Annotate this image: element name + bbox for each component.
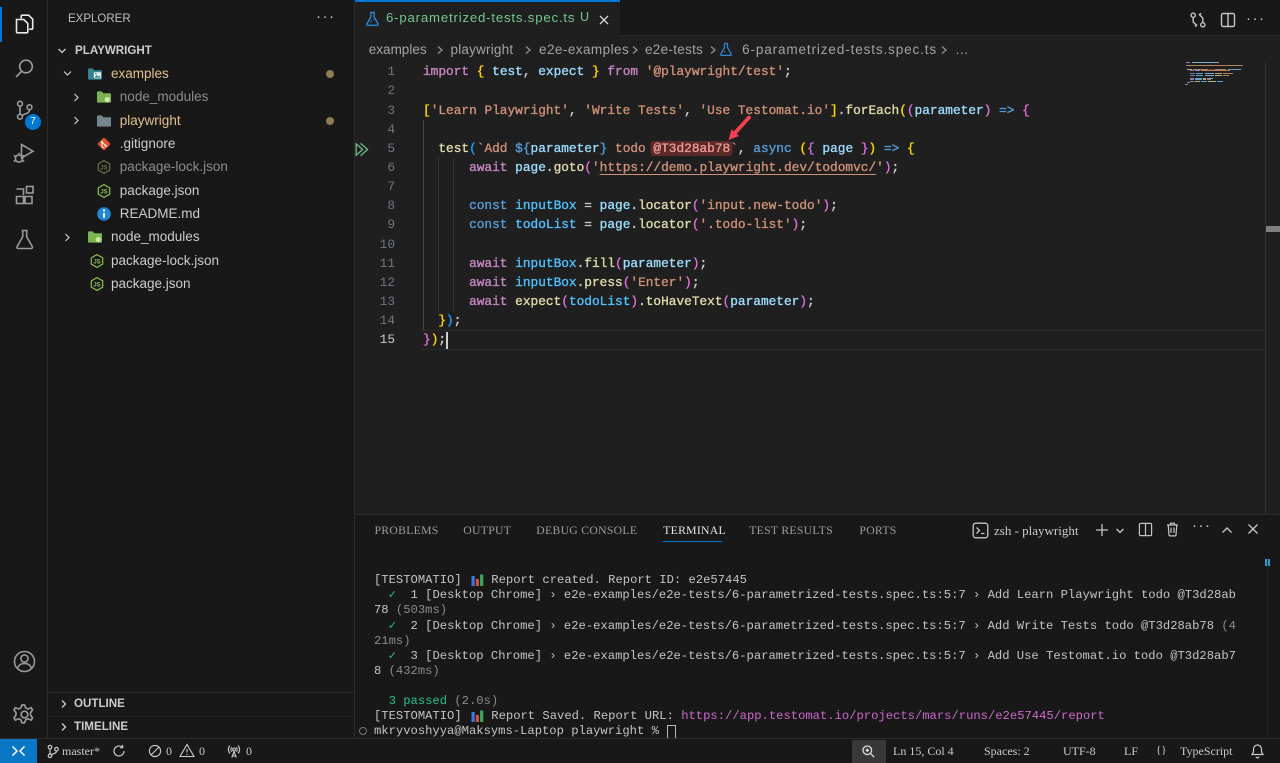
- svg-text:JS: JS: [100, 189, 107, 195]
- svg-text:JS: JS: [93, 259, 100, 265]
- svg-text:JS: JS: [93, 282, 100, 288]
- svg-text:JS: JS: [100, 166, 107, 172]
